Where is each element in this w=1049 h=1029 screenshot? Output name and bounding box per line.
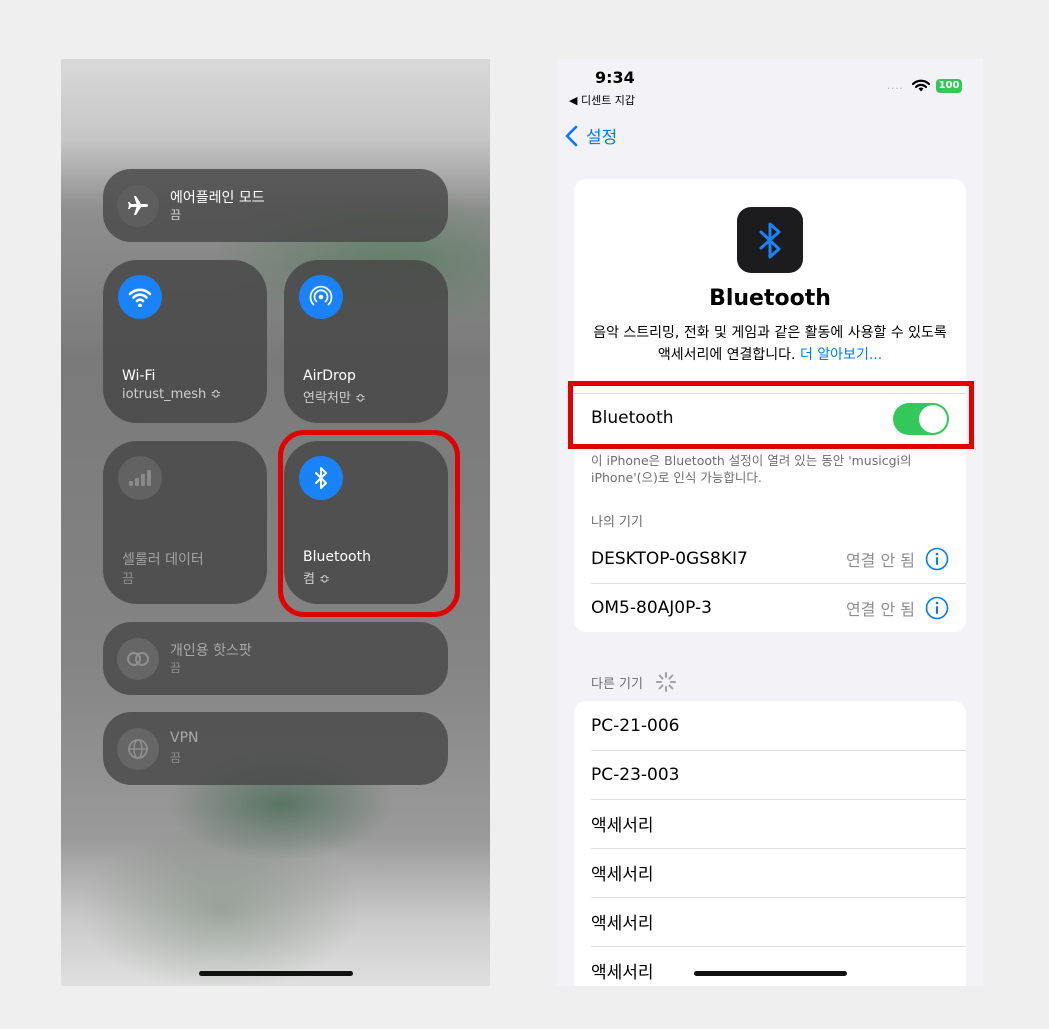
device-row[interactable]: OM5-80AJ0P-3 연결 안 됨	[574, 583, 966, 632]
description-text: 음악 스트리밍, 전화 및 게임과 같은 활동에 사용할 수 있도록 액세서리에…	[593, 325, 947, 363]
device-name: 액세서리	[591, 816, 654, 836]
control-center-screen: 에어플레인 모드 끔 Wi-Fi iotrust_mesh ≎ AirDrop …	[61, 59, 490, 986]
device-row[interactable]: PC-21-006	[574, 701, 966, 750]
wifi-label: Wi-Fi	[122, 368, 156, 384]
device-name: PC-21-006	[591, 715, 680, 736]
device-row[interactable]: PC-23-003	[574, 750, 966, 799]
device-row[interactable]: 액세서리	[574, 897, 966, 946]
airplane-mode-label: 에어플레인 모드	[170, 190, 265, 206]
hotspot-status: 끔	[170, 661, 182, 675]
other-devices-header-label: 다른 기기	[591, 676, 643, 692]
device-row[interactable]: 액세서리	[574, 946, 966, 986]
vpn-toggle[interactable]: VPN 끔	[103, 712, 448, 785]
chevron-left-icon	[565, 125, 578, 146]
wifi-tile[interactable]: Wi-Fi iotrust_mesh ≎	[103, 260, 267, 423]
device-name: 액세서리	[591, 914, 654, 934]
status-time: 9:34	[595, 68, 635, 87]
back-to-app-link[interactable]: ◀ 디센트 지갑	[569, 92, 635, 108]
highlight-box-bluetooth-tile	[278, 430, 460, 617]
personal-hotspot-toggle[interactable]: 개인용 핫스팟 끔	[103, 622, 448, 695]
bluetooth-settings-screen: 9:34 ◀ 디센트 지갑 .... 100 설정 Bluetooth 음악 스…	[557, 59, 983, 986]
learn-more-link[interactable]: 더 알아보기...	[800, 347, 882, 363]
highlight-box-bluetooth-toggle	[568, 381, 974, 449]
cellular-data-tile[interactable]: 셀룰러 데이터 끔	[103, 441, 267, 604]
discoverable-note: 이 iPhone은 Bluetooth 설정이 열려 있는 동안 'musicg…	[591, 453, 912, 485]
back-label: 설정	[586, 128, 618, 148]
vpn-status: 끔	[170, 751, 182, 765]
cellular-signal-icon: ....	[887, 81, 904, 92]
info-icon[interactable]	[925, 596, 949, 620]
page-title: Bluetooth	[709, 286, 831, 311]
battery-indicator: 100	[936, 79, 962, 93]
vpn-globe-icon	[117, 728, 159, 770]
device-status: 연결 안 됨	[845, 550, 915, 570]
device-row[interactable]: DESKTOP-0GS8KI7 연결 안 됨	[574, 534, 966, 583]
device-name: 액세서리	[591, 865, 654, 885]
wifi-icon	[118, 275, 162, 319]
wifi-icon	[912, 79, 930, 92]
my-devices-header-label: 나의 기기	[591, 515, 643, 530]
other-devices-header: 다른 기기	[591, 671, 677, 693]
loading-spinner-icon	[655, 672, 676, 692]
airplane-mode-status: 끔	[170, 208, 182, 222]
device-name: PC-23-003	[591, 764, 680, 785]
wifi-network-name: iotrust_mesh ≎	[122, 387, 222, 402]
cellular-data-status: 끔	[122, 572, 134, 587]
my-devices-list: DESKTOP-0GS8KI7 연결 안 됨 OM5-80AJ0P-3 연결 안…	[574, 534, 966, 632]
cellular-signal-icon	[118, 456, 162, 500]
device-status: 연결 안 됨	[845, 599, 915, 619]
device-name: 액세서리	[591, 963, 654, 983]
home-indicator[interactable]	[694, 971, 847, 976]
airdrop-tile[interactable]: AirDrop 연락처만 ≎	[284, 260, 448, 423]
bluetooth-description: 음악 스트리밍, 전화 및 게임과 같은 활동에 사용할 수 있도록 액세서리에…	[588, 322, 952, 366]
hotspot-icon	[117, 638, 159, 680]
other-devices-list: PC-21-006 PC-23-003 액세서리 액세서리 액세서리 액세서리	[574, 701, 966, 986]
airdrop-icon	[299, 275, 343, 319]
device-name: OM5-80AJ0P-3	[591, 597, 712, 618]
airplane-icon	[117, 185, 159, 227]
home-indicator[interactable]	[199, 971, 353, 976]
back-button[interactable]: 설정	[565, 123, 617, 148]
hotspot-label: 개인용 핫스팟	[170, 643, 252, 659]
cellular-data-label: 셀룰러 데이터	[122, 552, 204, 568]
device-row[interactable]: 액세서리	[574, 848, 966, 897]
bluetooth-app-icon	[737, 207, 803, 273]
airplane-mode-toggle[interactable]: 에어플레인 모드 끔	[103, 169, 448, 242]
vpn-label: VPN	[170, 730, 199, 746]
bluetooth-header-card: Bluetooth 음악 스트리밍, 전화 및 게임과 같은 활동에 사용할 수…	[574, 179, 966, 566]
device-name: DESKTOP-0GS8KI7	[591, 548, 748, 569]
info-icon[interactable]	[925, 547, 949, 571]
airdrop-status: 연락처만 ≎	[303, 391, 366, 406]
airdrop-label: AirDrop	[303, 368, 356, 384]
my-devices-header: 나의 기기	[591, 511, 643, 530]
device-row[interactable]: 액세서리	[574, 799, 966, 848]
